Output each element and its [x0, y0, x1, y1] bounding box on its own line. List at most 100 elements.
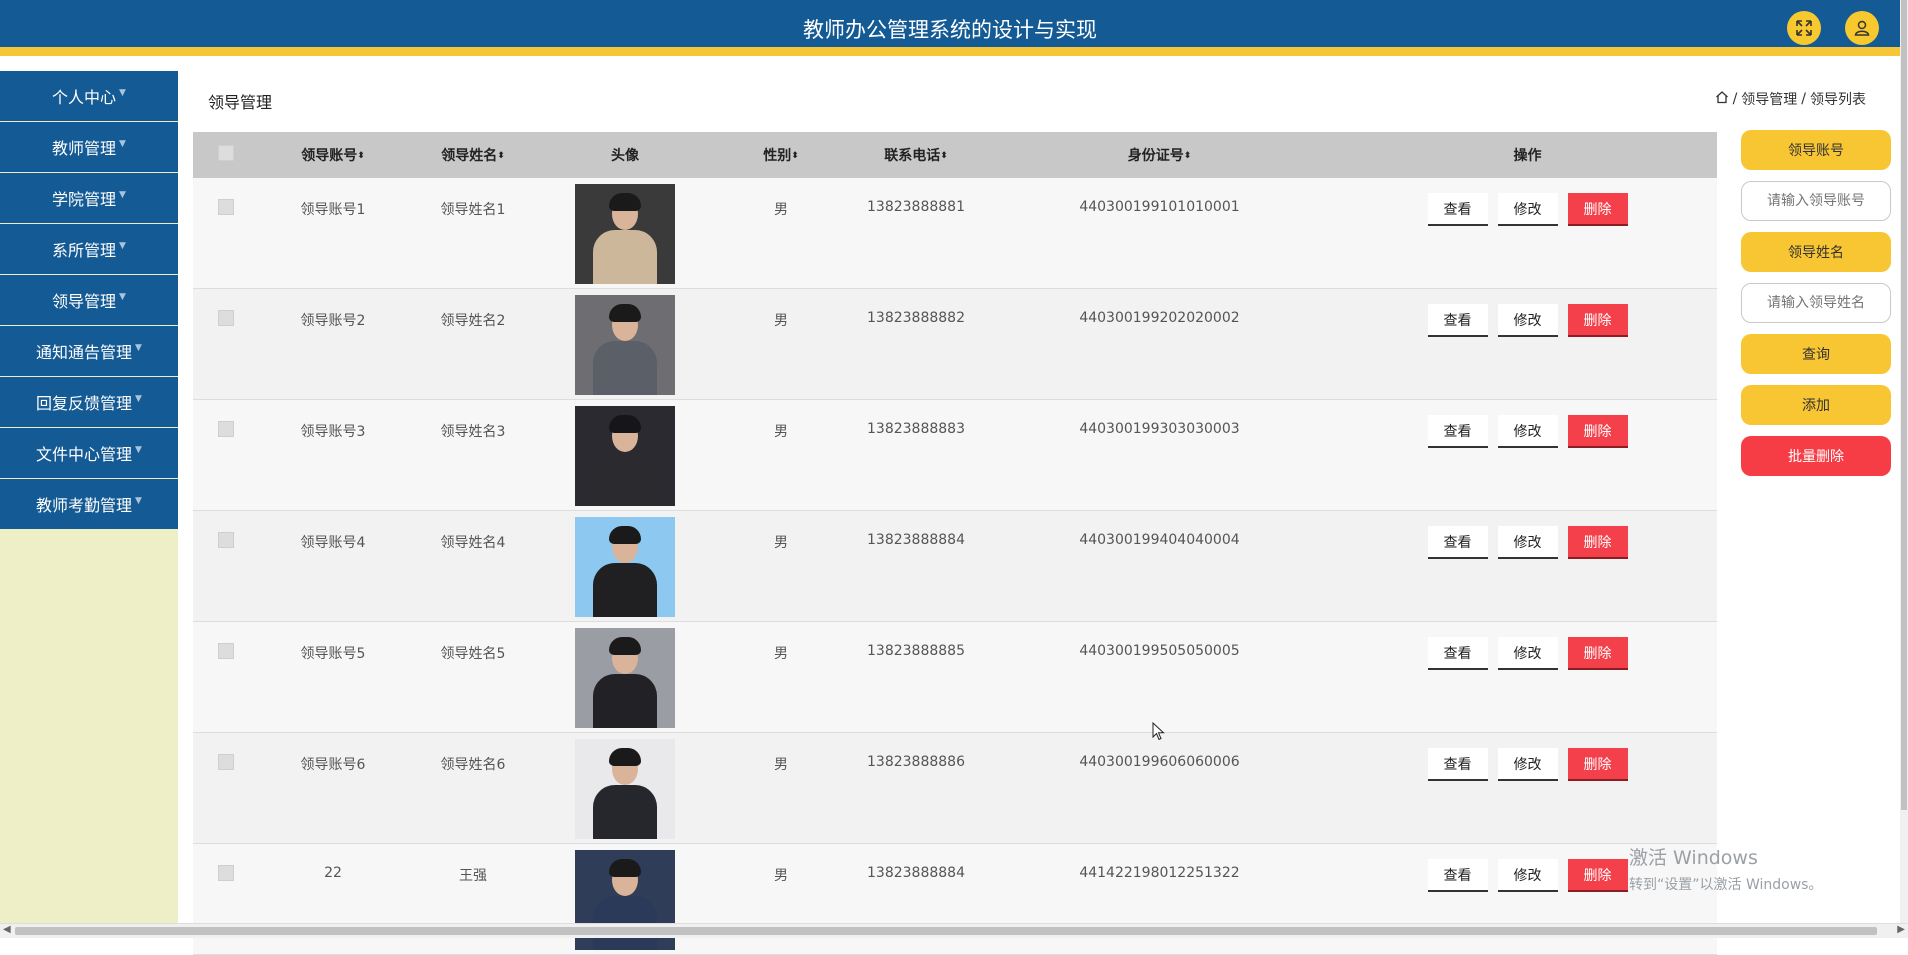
cell-idcard: 440300199404040004: [1079, 532, 1240, 548]
horizontal-scrollbar[interactable]: ◀ ▶: [0, 923, 1908, 938]
cell-account: 领导账号2: [300, 313, 366, 329]
delete-button[interactable]: 删除: [1567, 526, 1628, 559]
sort-icon: ⬍: [940, 151, 948, 161]
delete-button[interactable]: 删除: [1567, 637, 1628, 670]
search-panel: 领导账号 领导姓名 查询 添加 批量删除: [1741, 130, 1891, 487]
header-name[interactable]: 领导姓名⬍: [407, 145, 539, 165]
add-button[interactable]: 添加: [1741, 385, 1891, 425]
user-icon[interactable]: [1845, 11, 1879, 45]
cell-ops: 查看 修改 删除: [1338, 400, 1717, 448]
view-button[interactable]: 查看: [1427, 859, 1488, 892]
header-sex[interactable]: 性别⬍: [711, 145, 851, 165]
sidebar-item-leader[interactable]: 领导管理 ▼: [0, 275, 178, 325]
header-phone[interactable]: 联系电话⬍: [851, 145, 981, 165]
edit-button[interactable]: 修改: [1497, 415, 1558, 448]
view-button[interactable]: 查看: [1427, 193, 1488, 226]
header-label: 身份证号: [1127, 148, 1184, 164]
edit-button[interactable]: 修改: [1497, 526, 1558, 559]
row-checkbox[interactable]: [218, 421, 234, 437]
row-checkbox[interactable]: [218, 754, 234, 770]
select-all-checkbox[interactable]: [218, 145, 234, 161]
row-checkbox[interactable]: [218, 865, 234, 881]
sidebar-item-notice[interactable]: 通知通告管理 ▼: [0, 326, 178, 376]
view-button[interactable]: 查看: [1427, 415, 1488, 448]
query-button[interactable]: 查询: [1741, 334, 1891, 374]
sidebar-item-files[interactable]: 文件中心管理 ▼: [0, 428, 178, 478]
table-row: 领导账号1 领导姓名1 男 13823888881 440300199101010001…: [193, 178, 1717, 289]
avatar[interactable]: [575, 739, 675, 839]
cell-photo: [539, 511, 711, 621]
delete-button[interactable]: 删除: [1567, 748, 1628, 781]
avatar[interactable]: [575, 517, 675, 617]
breadcrumb-level1[interactable]: 领导管理: [1741, 89, 1797, 109]
cell-idcard: 440300199505050005: [1079, 643, 1240, 659]
delete-button[interactable]: 删除: [1567, 415, 1628, 448]
chevron-down-icon: ▼: [119, 292, 126, 302]
header-account[interactable]: 领导账号⬍: [259, 145, 407, 165]
edit-button[interactable]: 修改: [1497, 748, 1558, 781]
chevron-down-icon: ▼: [135, 496, 142, 506]
table-row: 领导账号5 领导姓名5 男 13823888885 440300199505050005…: [193, 622, 1717, 733]
avatar[interactable]: [575, 406, 675, 506]
sidebar: 个人中心 ▼ 教师管理 ▼ 学院管理 ▼ 系所管理 ▼ 领导管理 ▼ 通知通告管理 ▼ 回复…: [0, 71, 178, 923]
avatar[interactable]: [575, 628, 675, 728]
row-select-cell: [193, 622, 259, 663]
cell-sex: 男: [774, 313, 788, 329]
sidebar-item-college[interactable]: 学院管理 ▼: [0, 173, 178, 223]
sidebar-item-feedback[interactable]: 回复反馈管理 ▼: [0, 377, 178, 427]
row-checkbox[interactable]: [218, 199, 234, 215]
sidebar-item-personal-center[interactable]: 个人中心 ▼: [0, 71, 178, 121]
scroll-right-arrow-icon[interactable]: ▶: [1897, 924, 1905, 935]
sidebar-item-teacher[interactable]: 教师管理 ▼: [0, 122, 178, 172]
chevron-down-icon: ▼: [135, 343, 142, 353]
page-title: 领导管理: [208, 93, 273, 112]
avatar[interactable]: [575, 295, 675, 395]
delete-button[interactable]: 删除: [1567, 304, 1628, 337]
header-idcard[interactable]: 身份证号⬍: [981, 145, 1338, 165]
table-row: 领导账号2 领导姓名2 男 13823888882 440300199202020002…: [193, 289, 1717, 400]
sidebar-item-attendance[interactable]: 教师考勤管理 ▼: [0, 479, 178, 529]
horizontal-scroll-thumb[interactable]: [15, 927, 1877, 935]
delete-button[interactable]: 删除: [1567, 859, 1628, 892]
table-body: 领导账号1 领导姓名1 男 13823888881 440300199101010001…: [193, 178, 1717, 955]
cell-sex: 男: [774, 757, 788, 773]
view-button[interactable]: 查看: [1427, 304, 1488, 337]
cell-phone: 13823888884: [867, 865, 965, 881]
cell-account: 22: [324, 865, 342, 881]
chevron-down-icon: ▼: [119, 241, 126, 251]
cell-phone: 13823888884: [867, 532, 965, 548]
row-checkbox[interactable]: [218, 310, 234, 326]
home-icon[interactable]: [1715, 90, 1729, 108]
vertical-scroll-thumb[interactable]: [1901, 0, 1907, 810]
top-bar: 教师办公管理系统的设计与实现: [0, 0, 1900, 56]
row-checkbox[interactable]: [218, 643, 234, 659]
cell-sex: 男: [774, 535, 788, 551]
vertical-scrollbar[interactable]: [1900, 0, 1908, 923]
header-label: 领导姓名: [441, 148, 498, 164]
edit-button[interactable]: 修改: [1497, 859, 1558, 892]
sidebar-item-label: 教师考勤管理: [36, 496, 133, 515]
sidebar-item-department[interactable]: 系所管理 ▼: [0, 224, 178, 274]
row-checkbox[interactable]: [218, 532, 234, 548]
view-button[interactable]: 查看: [1427, 748, 1488, 781]
edit-button[interactable]: 修改: [1497, 193, 1558, 226]
batch-delete-button[interactable]: 批量删除: [1741, 436, 1891, 476]
cell-account: 领导账号1: [300, 202, 366, 218]
delete-button[interactable]: 删除: [1567, 193, 1628, 226]
expand-icon[interactable]: [1787, 11, 1821, 45]
view-button[interactable]: 查看: [1427, 526, 1488, 559]
scroll-left-arrow-icon[interactable]: ◀: [3, 924, 11, 935]
cell-name: 领导姓名5: [440, 646, 506, 662]
cell-name: 领导姓名4: [440, 535, 506, 551]
edit-button[interactable]: 修改: [1497, 637, 1558, 670]
view-button[interactable]: 查看: [1427, 637, 1488, 670]
name-search-input[interactable]: [1741, 283, 1891, 323]
cell-account: 领导账号6: [300, 757, 366, 773]
edit-button[interactable]: 修改: [1497, 304, 1558, 337]
windows-activation-watermark: 激活 Windows 转到“设置”以激活 Windows。: [1629, 843, 1822, 894]
header-stripe: [0, 47, 1900, 56]
cell-photo: [539, 733, 711, 843]
avatar[interactable]: [575, 184, 675, 284]
account-search-input[interactable]: [1741, 181, 1891, 221]
cell-name: 领导姓名6: [440, 757, 506, 773]
